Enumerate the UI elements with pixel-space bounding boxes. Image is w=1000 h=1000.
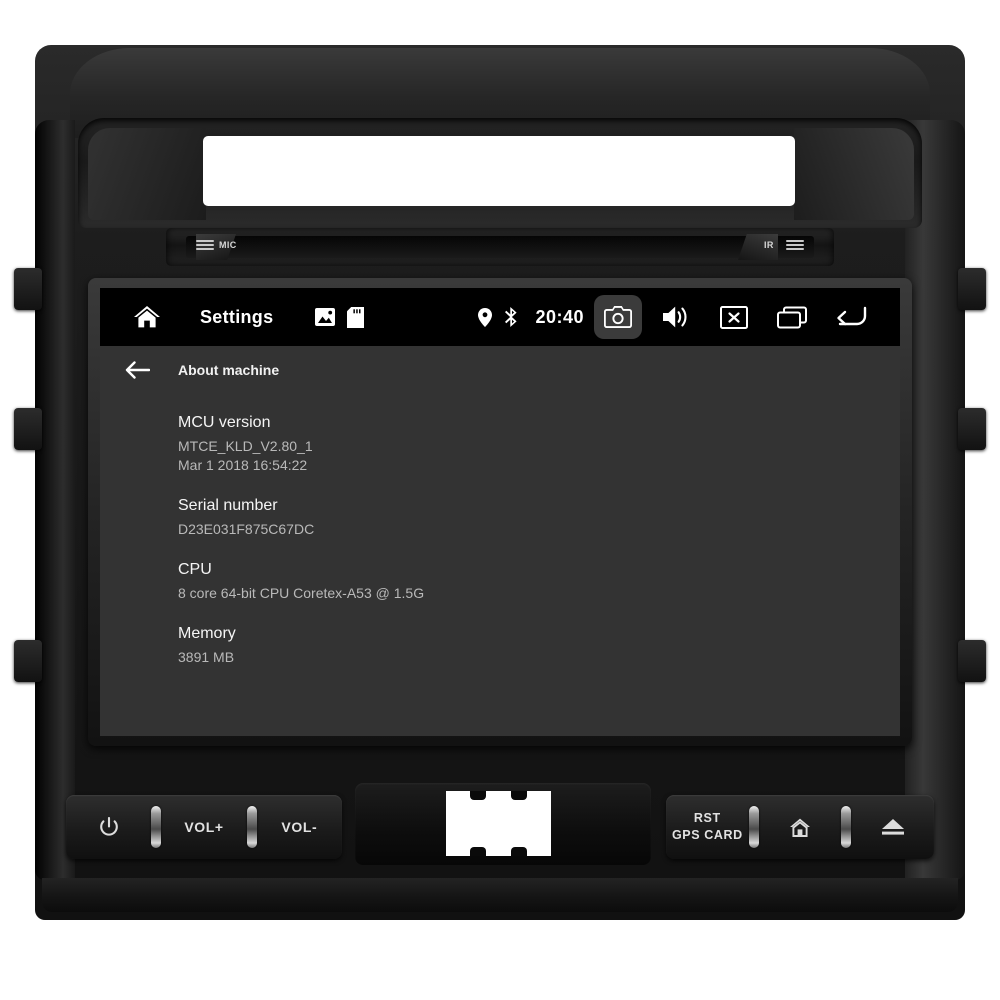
page-title: About machine bbox=[178, 362, 280, 378]
hardware-button-row-left: VOL+ VOL- bbox=[66, 795, 342, 859]
mounting-tab-right-1 bbox=[958, 268, 986, 310]
list-item[interactable]: MCU version MTCE_KLD_V2.80_1 Mar 1 2018 … bbox=[100, 412, 900, 475]
upper-bezel-cutout bbox=[203, 136, 795, 206]
touchscreen-display[interactable]: Settings 20:40 About machine MCU version… bbox=[100, 288, 900, 736]
cutout-notch-top-left bbox=[470, 791, 486, 800]
camera-icon[interactable] bbox=[594, 295, 642, 339]
cutout-notch-bottom-right bbox=[511, 847, 527, 856]
eject-icon bbox=[880, 818, 906, 836]
sd-card-icon[interactable] bbox=[347, 306, 365, 328]
ir-grille-icon bbox=[786, 240, 804, 252]
item-title: CPU bbox=[178, 561, 212, 578]
ir-label: IR bbox=[764, 240, 774, 250]
status-bar-title: Settings bbox=[200, 306, 274, 327]
screenshot-root: MIC IR Settings 20:40 About machine MCU … bbox=[0, 0, 1000, 1000]
home-icon[interactable] bbox=[130, 300, 164, 334]
mounting-tab-left-3 bbox=[14, 640, 42, 682]
item-value: D23E031F875C67DC bbox=[178, 521, 315, 537]
mounting-tab-left-1 bbox=[14, 268, 42, 310]
item-value: MTCE_KLD_V2.80_1 bbox=[178, 438, 313, 454]
item-value-secondary: Mar 1 2018 16:54:22 bbox=[178, 457, 308, 473]
cutout-notch-bottom-left bbox=[470, 847, 486, 856]
gallery-icon[interactable] bbox=[315, 307, 336, 327]
upper-bezel-lip-right bbox=[794, 128, 914, 220]
item-value: 8 core 64-bit CPU Coretex-A53 @ 1.5G bbox=[178, 585, 425, 601]
back-arrow-icon[interactable] bbox=[826, 295, 874, 339]
close-icon[interactable] bbox=[710, 295, 758, 339]
volume-down-button[interactable]: VOL- bbox=[257, 795, 342, 859]
reset-label: RST bbox=[693, 811, 721, 825]
page-subheader: About machine bbox=[100, 346, 900, 395]
home-button[interactable] bbox=[759, 795, 842, 859]
disc-slot-mouth[interactable] bbox=[186, 236, 814, 258]
item-title: Memory bbox=[178, 625, 236, 642]
chassis-left-side bbox=[35, 120, 75, 880]
list-item[interactable]: Memory 3891 MB bbox=[100, 623, 900, 667]
button-divider bbox=[748, 806, 759, 848]
mounting-tab-right-2 bbox=[958, 408, 986, 450]
mic-grille-icon bbox=[196, 240, 214, 252]
volume-down-label: VOL- bbox=[281, 818, 318, 835]
location-pin-icon bbox=[477, 307, 493, 327]
mounting-tab-right-3 bbox=[958, 640, 986, 682]
volume-up-label: VOL+ bbox=[184, 818, 224, 835]
list-item[interactable]: CPU 8 core 64-bit CPU Coretex-A53 @ 1.5G bbox=[100, 559, 900, 603]
button-divider bbox=[151, 806, 162, 848]
home-icon bbox=[789, 817, 811, 838]
item-value: 3891 MB bbox=[178, 649, 235, 665]
connector-cutout bbox=[446, 791, 551, 856]
about-machine-list: MCU version MTCE_KLD_V2.80_1 Mar 1 2018 … bbox=[100, 394, 900, 736]
cutout-notch-top-right bbox=[511, 791, 527, 800]
eject-button[interactable] bbox=[851, 795, 934, 859]
status-bar-clock: 20:40 bbox=[535, 306, 584, 327]
volume-up-button[interactable]: VOL+ bbox=[161, 795, 246, 859]
chassis-right-side bbox=[905, 120, 965, 880]
item-title: MCU version bbox=[178, 414, 271, 431]
mic-label: MIC bbox=[219, 240, 237, 250]
upper-bezel-lip-left bbox=[88, 128, 206, 220]
arrow-left-icon[interactable] bbox=[118, 355, 156, 385]
button-divider bbox=[841, 806, 852, 848]
power-icon bbox=[99, 816, 119, 838]
recents-icon[interactable] bbox=[768, 295, 816, 339]
bluetooth-icon bbox=[503, 307, 519, 327]
volume-icon[interactable] bbox=[652, 295, 700, 339]
reset-gps-card-button[interactable]: RST GPS CARD bbox=[666, 795, 749, 859]
chassis-bottom-lip bbox=[42, 878, 958, 912]
mounting-tab-left-2 bbox=[14, 408, 42, 450]
button-divider bbox=[246, 806, 257, 848]
gps-card-label: GPS CARD bbox=[671, 828, 743, 842]
item-title: Serial number bbox=[178, 497, 278, 514]
list-item[interactable]: Serial number D23E031F875C67DC bbox=[100, 495, 900, 539]
status-bar: Settings 20:40 bbox=[100, 288, 900, 346]
hardware-button-row-right: RST GPS CARD bbox=[666, 795, 934, 859]
power-button[interactable] bbox=[66, 795, 151, 859]
